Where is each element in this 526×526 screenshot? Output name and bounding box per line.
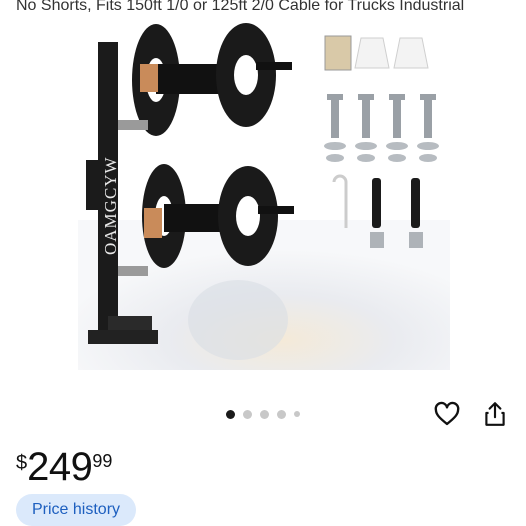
product-image[interactable]: OAMGCYW xyxy=(78,20,450,370)
price-currency: $ xyxy=(16,452,28,474)
share-icon xyxy=(485,402,505,426)
product-title: No Shorts, Fits 150ft 1/0 or 125ft 2/0 C… xyxy=(16,0,465,14)
price-history-button[interactable]: Price history xyxy=(16,494,137,526)
favorite-button[interactable] xyxy=(433,400,461,428)
price-cents: 99 xyxy=(92,451,113,471)
price: $ 249 99 xyxy=(16,446,112,488)
pagination-dot[interactable] xyxy=(277,409,286,419)
pagination-dot[interactable] xyxy=(260,409,269,419)
brand-text: OAMGCYW xyxy=(101,156,120,255)
price-whole: 249 xyxy=(27,445,93,489)
pagination-dot[interactable] xyxy=(294,411,300,417)
heart-icon xyxy=(434,401,460,426)
pagination-dot[interactable] xyxy=(226,409,235,419)
pagination-dot[interactable] xyxy=(243,409,252,419)
share-button[interactable] xyxy=(482,400,510,428)
